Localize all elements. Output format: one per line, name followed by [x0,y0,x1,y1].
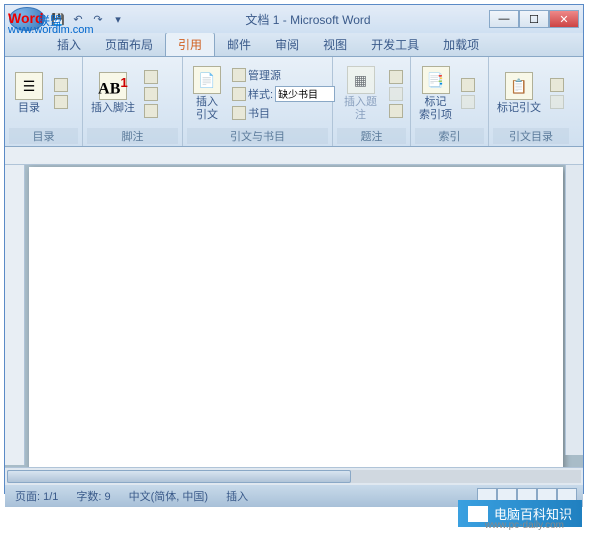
add-text-icon [54,78,68,92]
insert-index-icon [461,78,475,92]
tab-page-layout[interactable]: 页面布局 [93,33,165,56]
show-notes-icon [144,104,158,118]
insert-tof-button[interactable] [386,69,406,85]
scroll-track[interactable] [7,470,581,483]
group-footnotes: AB1 插入脚注 脚注 [83,57,183,146]
next-footnote-button[interactable] [141,86,161,102]
crossref-icon [389,104,403,118]
group-label-footnotes: 脚注 [87,128,178,144]
update-index-button[interactable] [458,94,478,110]
insert-index-button[interactable] [458,77,478,93]
close-button[interactable]: ✕ [549,10,579,28]
citation-icon: 📄 [193,66,221,94]
show-notes-button[interactable] [141,103,161,119]
insert-caption-button[interactable]: ▦ 插入题注 [337,64,384,122]
ribbon-tabs: 插入 页面布局 引用 邮件 审阅 视图 开发工具 加载项 [5,33,583,57]
toc-button[interactable]: ☰ 目录 [9,70,49,116]
group-label-toc: 目录 [9,128,78,144]
tab-mailings[interactable]: 邮件 [215,33,263,56]
tab-addins[interactable]: 加载项 [431,33,491,56]
add-text-button[interactable] [51,77,71,93]
style-input[interactable] [275,86,335,102]
manage-sources-button[interactable]: 管理源 [229,66,338,84]
update-toa-icon [550,95,564,109]
ribbon: ☰ 目录 目录 AB1 插入脚注 [5,57,583,147]
document-area: 国内专业 office 办公软件教学网 [5,147,583,467]
insert-mode[interactable]: 插入 [222,488,252,504]
update-toc-button[interactable] [51,94,71,110]
tof-icon [389,70,403,84]
mark-index-entry-button[interactable]: 📑 标记 索引项 [415,64,456,122]
statusbar: 页面: 1/1 字数: 9 中文(简体, 中国) 插入 [5,485,583,507]
tab-view[interactable]: 视图 [311,33,359,56]
next-fn-icon [144,87,158,101]
office-button[interactable] [9,7,45,31]
quick-access-toolbar: 💾 ↶ ↷ ▾ [49,10,127,28]
view-web[interactable] [517,488,537,504]
group-index: 📑 标记 索引项 索引 [411,57,489,146]
toc-icon: ☰ [15,72,43,100]
vertical-scrollbar[interactable] [565,165,583,455]
biblio-icon [232,106,246,120]
titlebar: 💾 ↶ ↷ ▾ 文档 1 - Microsoft Word — ☐ ✕ [5,5,583,33]
style-icon [232,87,246,101]
mark-citation-button[interactable]: 📋 标记引文 [493,70,545,116]
minimize-button[interactable]: — [489,10,519,28]
group-label-index: 索引 [415,128,484,144]
view-draft[interactable] [557,488,577,504]
view-outline[interactable] [537,488,557,504]
update-toa-button[interactable] [547,94,567,110]
qat-save[interactable]: 💾 [49,10,67,28]
endnote-icon [144,70,158,84]
qat-redo[interactable]: ↷ [89,10,107,28]
tab-review[interactable]: 审阅 [263,33,311,56]
word-count[interactable]: 字数: 9 [72,488,114,504]
index-icon: 📑 [422,66,450,94]
bibliography-button[interactable]: 书目 [229,104,338,122]
manage-sources-icon [232,68,246,82]
group-citations: 📄 插入引文 管理源 样式: 书目 引文与书目 [183,57,333,146]
app-window: 💾 ↶ ↷ ▾ 文档 1 - Microsoft Word — ☐ ✕ 插入 页… [4,4,584,494]
group-label-citations: 引文与书目 [187,128,328,144]
watermark-url2: www.pc-daily.com [485,520,564,531]
update-table-button[interactable] [386,86,406,102]
maximize-button[interactable]: ☐ [519,10,549,28]
update-index-icon [461,95,475,109]
update-toc-icon [54,95,68,109]
view-print[interactable] [477,488,497,504]
group-toc: ☰ 目录 目录 [5,57,83,146]
cross-ref-button[interactable] [386,103,406,119]
footnote-icon: AB1 [99,72,127,100]
tab-references[interactable]: 引用 [165,32,215,56]
toa-icon: 📋 [505,72,533,100]
insert-toa-icon [550,78,564,92]
view-buttons [477,488,577,504]
qat-undo[interactable]: ↶ [69,10,87,28]
tab-developer[interactable]: 开发工具 [359,33,431,56]
page-indicator[interactable]: 页面: 1/1 [11,488,62,504]
group-toa: 📋 标记引文 引文目录 [489,57,573,146]
window-title: 文档 1 - Microsoft Word [127,11,489,28]
insert-toa-button[interactable] [547,77,567,93]
qat-more[interactable]: ▾ [109,10,127,28]
insert-citation-button[interactable]: 📄 插入引文 [187,64,227,122]
style-selector[interactable]: 样式: [229,85,338,103]
insert-footnote-button[interactable]: AB1 插入脚注 [87,70,139,116]
tab-insert[interactable]: 插入 [45,33,93,56]
banner-icon [468,506,488,522]
group-label-toa: 引文目录 [493,128,569,144]
update-table-icon [389,87,403,101]
horizontal-scrollbar[interactable] [5,467,583,485]
group-label-captions: 题注 [337,128,406,144]
view-fullscreen[interactable] [497,488,517,504]
horizontal-ruler[interactable] [5,147,583,165]
window-controls: — ☐ ✕ [489,10,579,28]
vertical-ruler[interactable] [5,165,25,465]
document-page[interactable]: 国内专业 office 办公软件教学网 [29,167,563,467]
scroll-thumb[interactable] [7,470,351,483]
insert-endnote-button[interactable] [141,69,161,85]
language-indicator[interactable]: 中文(简体, 中国) [125,488,212,504]
group-captions: ▦ 插入题注 题注 [333,57,411,146]
caption-icon: ▦ [347,66,375,94]
